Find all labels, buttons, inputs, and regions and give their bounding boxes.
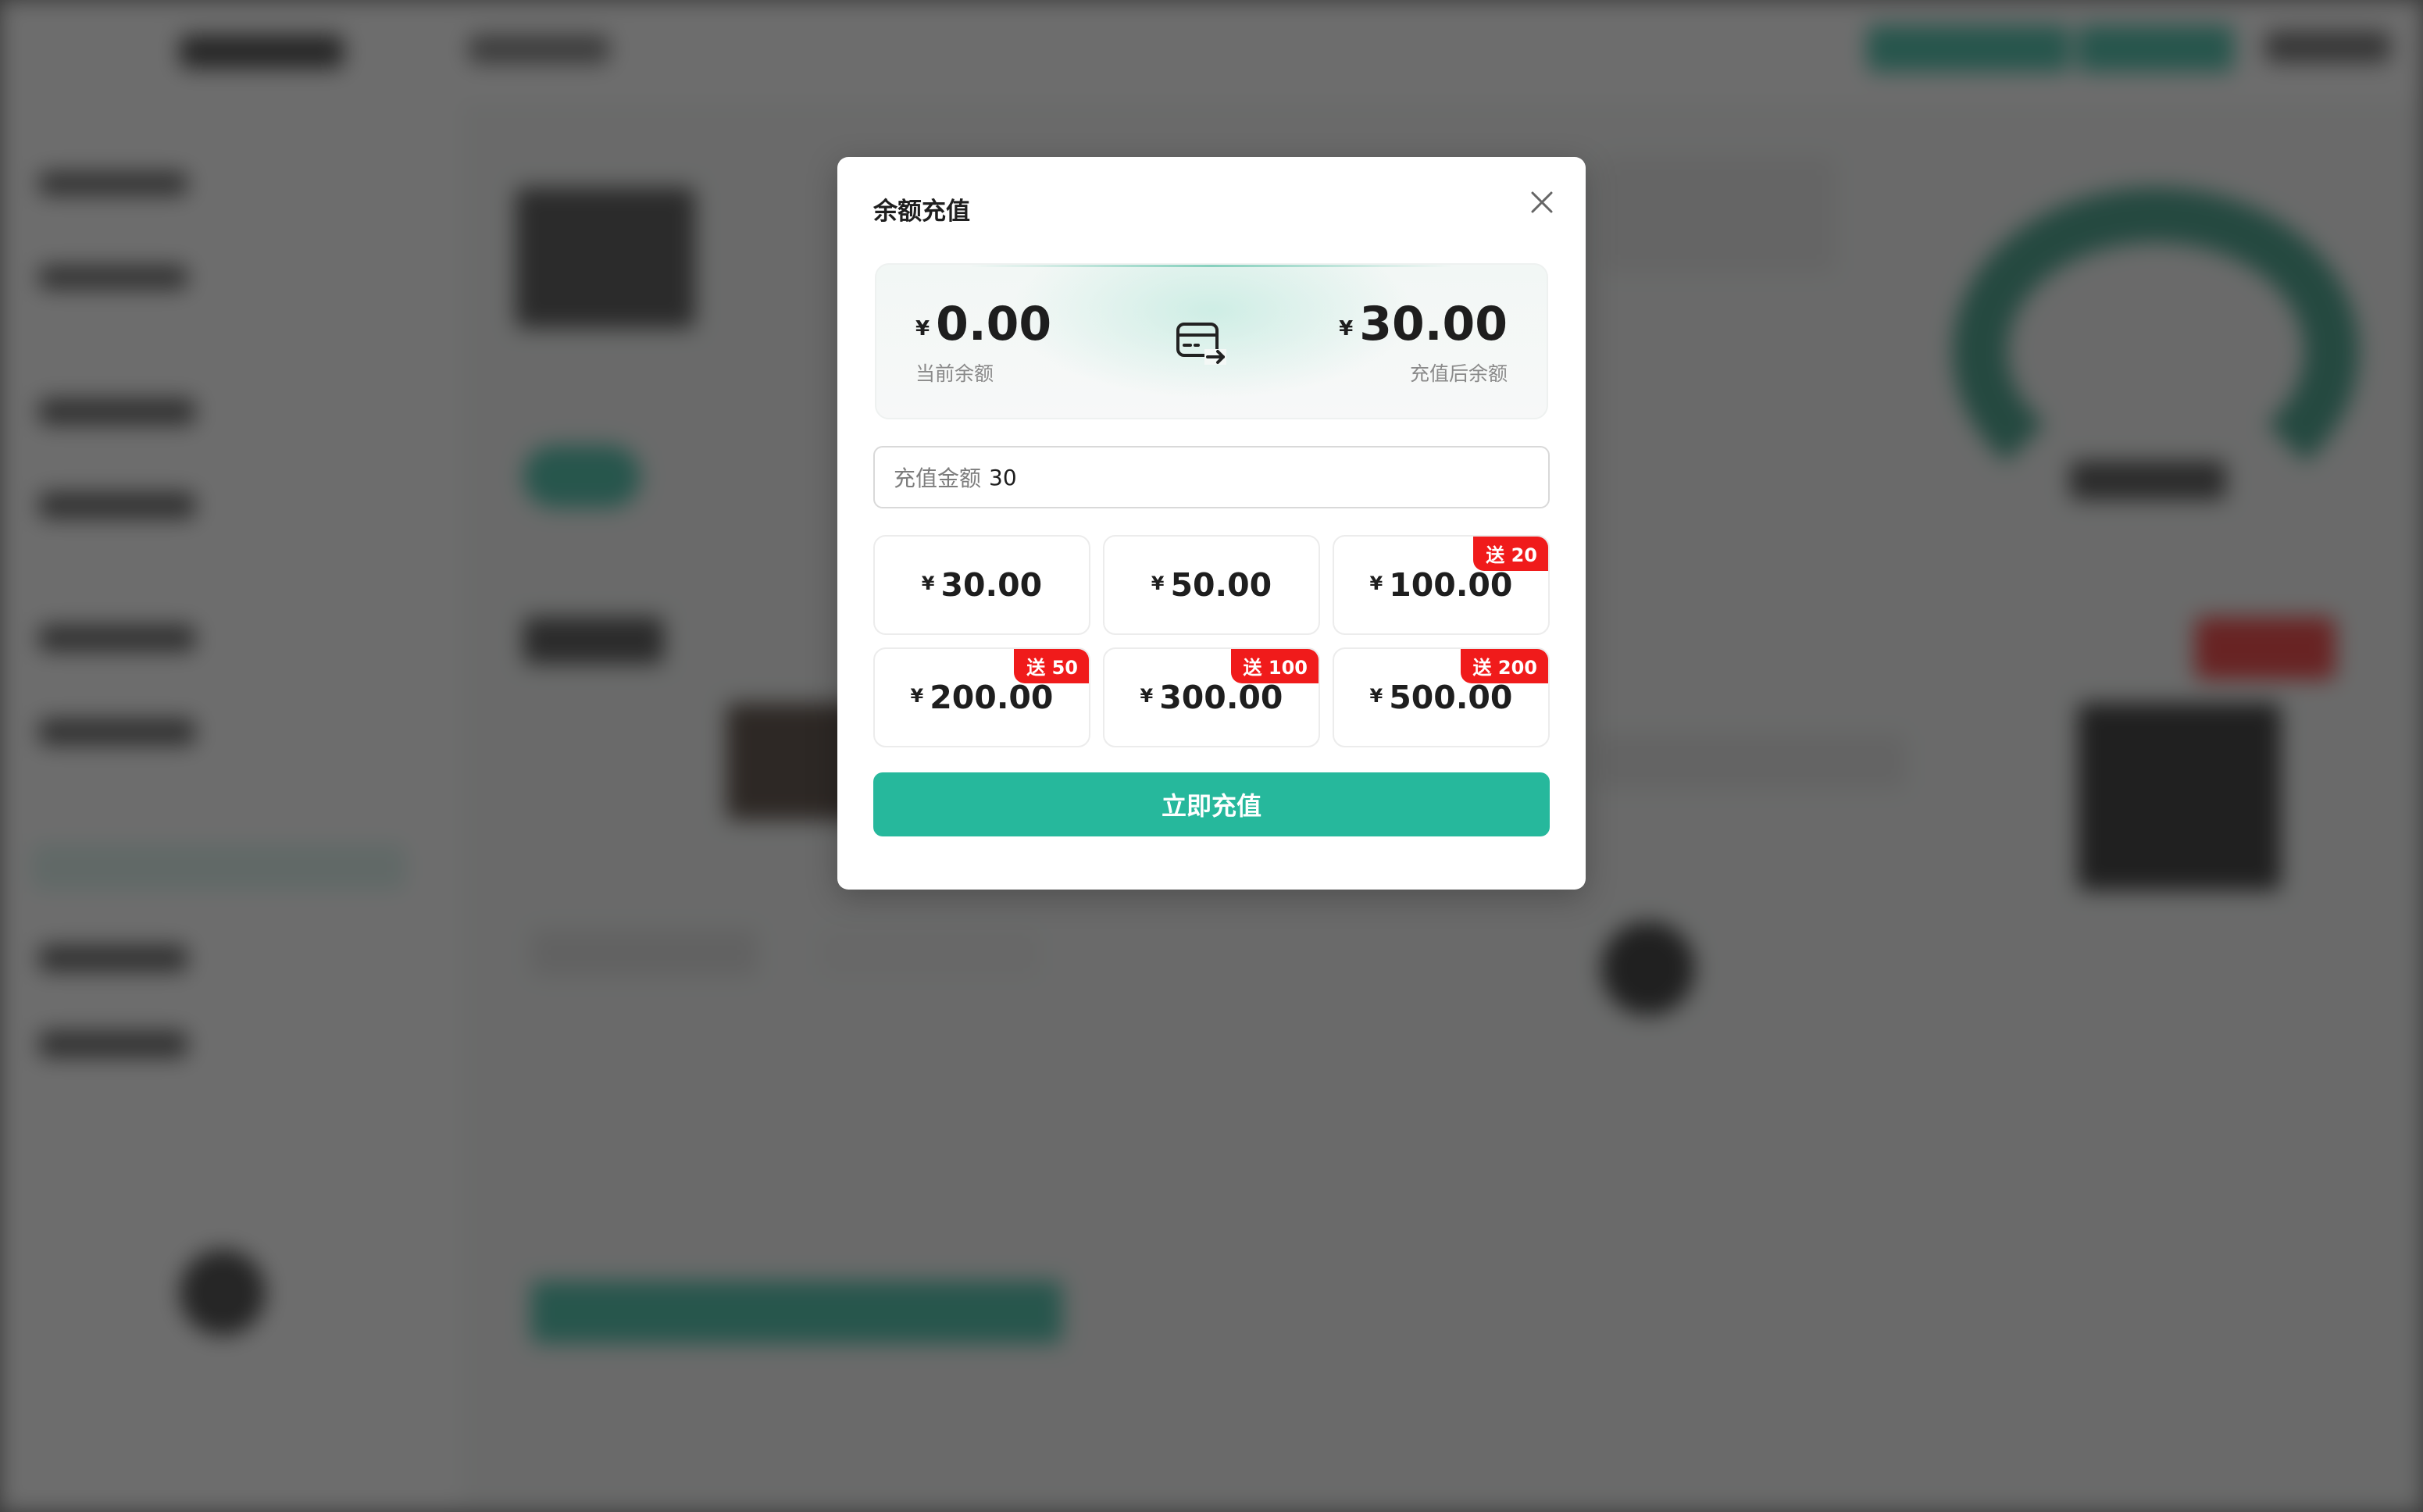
after-balance-label: 充值后余额 xyxy=(1409,362,1508,385)
dialog-title: 余额充值 xyxy=(873,198,970,226)
bonus-badge: 送 20 xyxy=(1473,537,1548,571)
after-recharge-balance: ¥30.00 充值后余额 xyxy=(1339,296,1508,387)
option-amount: 100.00 xyxy=(1389,566,1513,604)
current-balance-label: 当前余额 xyxy=(915,362,994,385)
amount-options-grid: ¥30.00 ¥50.00 ¥100.00 送 20 ¥200.00 送 50 … xyxy=(873,535,1550,747)
bonus-badge: 送 50 xyxy=(1014,649,1089,683)
bonus-badge: 送 200 xyxy=(1460,649,1548,683)
recharge-dialog: 余额充值 ¥0.00 当前余额 ¥30.00 充值后余额 充值金额 30 ¥ 3… xyxy=(837,157,1586,890)
option-amount: 300.00 xyxy=(1159,679,1283,716)
option-price: ¥200.00 xyxy=(911,679,1054,716)
currency-symbol: ¥ xyxy=(1369,685,1383,707)
currency-symbol: ¥ xyxy=(1339,317,1354,341)
currency-symbol: ¥ xyxy=(910,685,924,707)
amount-option-50[interactable]: ¥50.00 xyxy=(1103,535,1320,635)
after-balance-amount: ¥30.00 xyxy=(1339,296,1508,357)
bonus-badge: 送 100 xyxy=(1230,649,1319,683)
option-price: ¥500.00 xyxy=(1370,679,1513,716)
amount-option-30[interactable]: ¥30.00 xyxy=(873,535,1090,635)
option-price: ¥300.00 xyxy=(1140,679,1283,716)
amount-option-200[interactable]: ¥200.00 送 50 xyxy=(873,647,1090,747)
close-button[interactable] xyxy=(1528,188,1556,216)
option-price: ¥100.00 xyxy=(1370,566,1513,604)
current-balance-value: 0.00 xyxy=(936,297,1052,351)
option-amount: 30.00 xyxy=(940,566,1043,604)
balance-summary-card: ¥0.00 当前余额 ¥30.00 充值后余额 xyxy=(875,263,1548,419)
recharge-amount-label: 充值金额 xyxy=(894,465,982,491)
currency-symbol: ¥ xyxy=(915,317,930,341)
currency-symbol: ¥ xyxy=(921,572,935,594)
option-price: ¥50.00 xyxy=(1151,566,1272,604)
recharge-now-button[interactable]: 立即充值 xyxy=(873,772,1550,836)
after-balance-value: 30.00 xyxy=(1359,297,1508,351)
close-icon xyxy=(1531,191,1553,213)
option-amount: 50.00 xyxy=(1170,566,1272,604)
currency-symbol: ¥ xyxy=(1151,572,1165,594)
card-transfer-icon xyxy=(1176,323,1226,365)
recharge-amount-input[interactable]: 充值金额 30 xyxy=(873,446,1550,508)
currency-symbol: ¥ xyxy=(1369,572,1383,594)
option-amount: 500.00 xyxy=(1389,679,1513,716)
current-balance-amount: ¥0.00 xyxy=(915,296,1051,357)
current-balance: ¥0.00 当前余额 xyxy=(915,296,1051,387)
option-amount: 200.00 xyxy=(930,679,1054,716)
recharge-amount-value: 30 xyxy=(989,464,1017,490)
amount-option-100[interactable]: ¥100.00 送 20 xyxy=(1333,535,1550,635)
currency-symbol: ¥ xyxy=(1140,685,1154,707)
option-price: ¥30.00 xyxy=(922,566,1042,604)
amount-option-500[interactable]: ¥500.00 送 200 xyxy=(1333,647,1550,747)
amount-option-300[interactable]: ¥300.00 送 100 xyxy=(1103,647,1320,747)
